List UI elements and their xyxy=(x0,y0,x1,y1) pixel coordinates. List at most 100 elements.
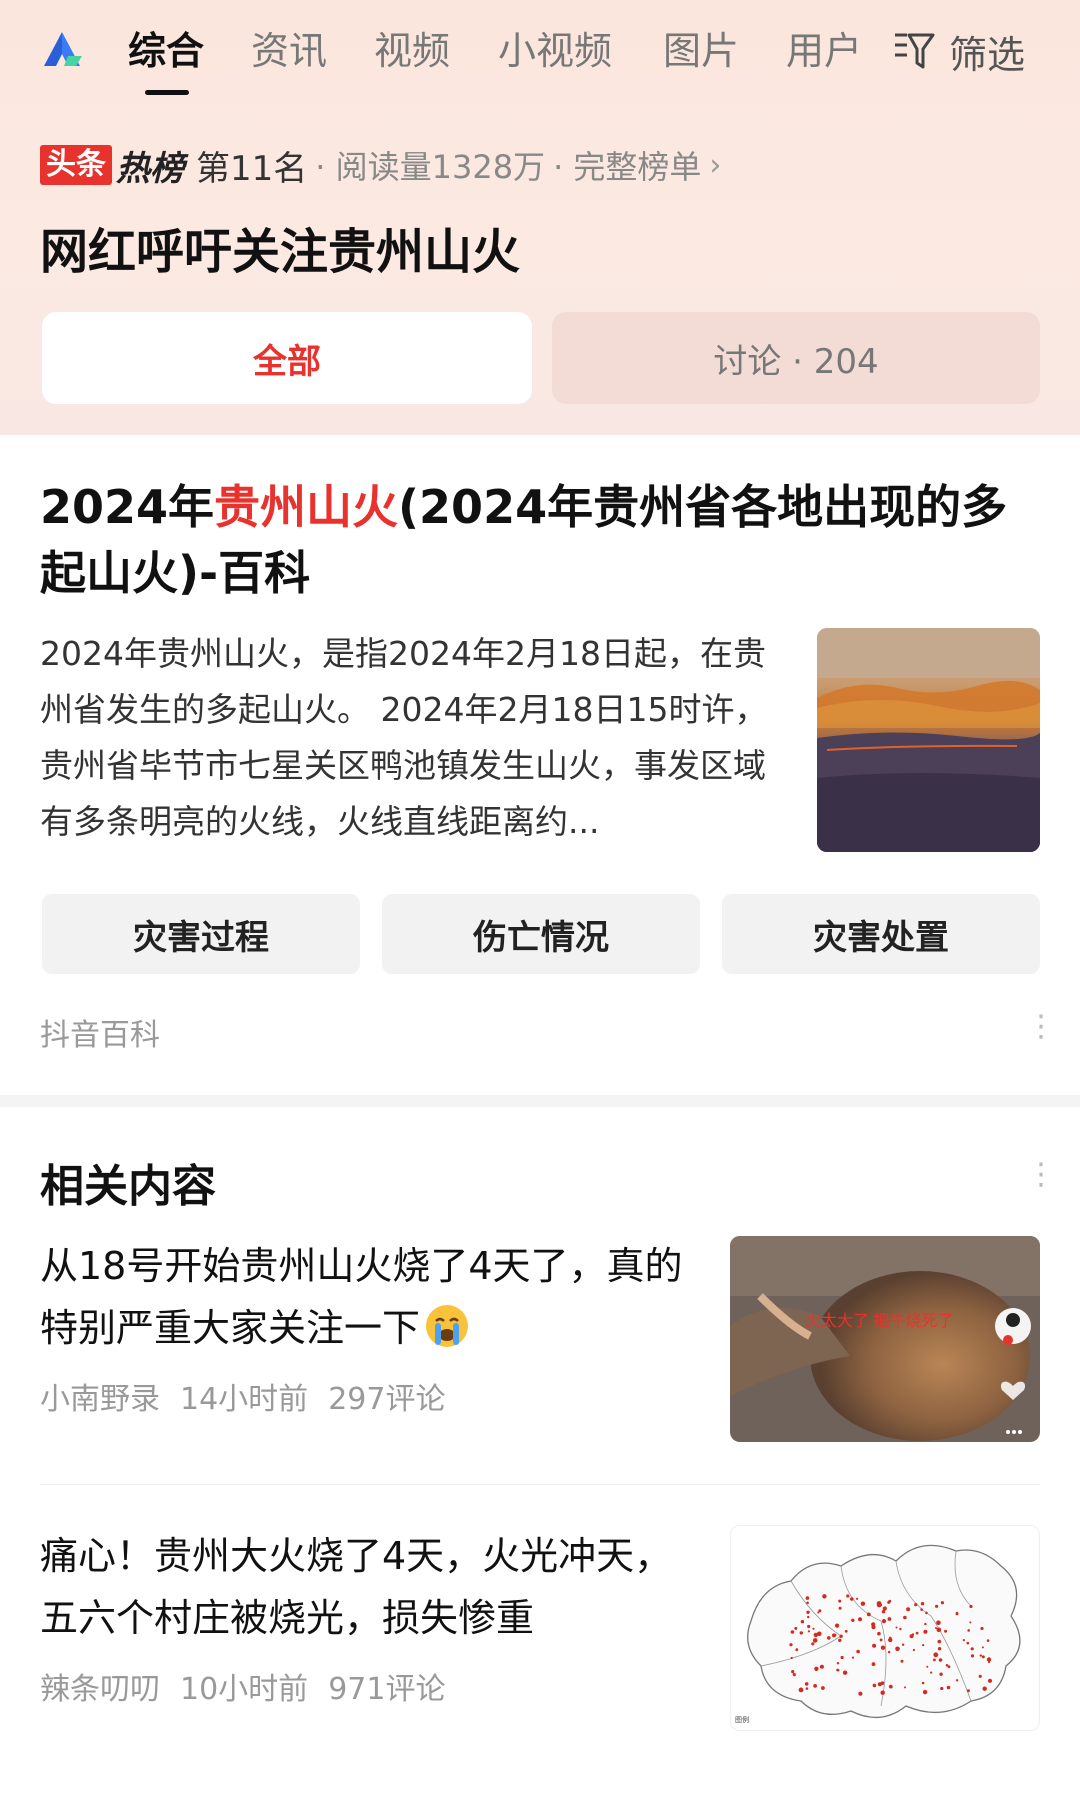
fire-point-marker xyxy=(851,1656,855,1659)
author-name[interactable]: 小南野录 xyxy=(40,1382,160,1417)
fire-point-marker xyxy=(922,1644,925,1647)
fire-point-marker xyxy=(789,1643,793,1647)
fire-point-marker xyxy=(882,1681,885,1684)
tab-comprehensive[interactable]: 综合 xyxy=(128,26,204,76)
fire-point-marker xyxy=(860,1601,866,1606)
fire-point-marker xyxy=(930,1671,933,1674)
tab-news[interactable]: 资讯 xyxy=(251,26,327,76)
fire-point-marker xyxy=(795,1648,799,1652)
fire-point-marker xyxy=(900,1659,904,1663)
fire-point-marker xyxy=(970,1654,975,1658)
fire-point-marker xyxy=(879,1638,883,1642)
fire-point-marker xyxy=(791,1670,795,1674)
fire-point-marker xyxy=(827,1636,831,1640)
fire-point-marker xyxy=(834,1634,837,1636)
fire-point-marker xyxy=(799,1631,803,1635)
fire-point-marker xyxy=(876,1601,882,1606)
chip-disaster-process[interactable]: 灾害过程 xyxy=(42,894,360,974)
fire-point-marker xyxy=(856,1597,859,1600)
fire-point-marker xyxy=(955,1679,959,1682)
fire-point-marker xyxy=(882,1606,887,1611)
fire-point-marker xyxy=(807,1630,810,1633)
chip-casualties[interactable]: 伤亡情况 xyxy=(382,894,700,974)
related-more-icon[interactable]: ⋮ xyxy=(1026,1160,1056,1190)
fire-point-marker xyxy=(842,1670,848,1675)
segment-discussion[interactable]: 讨论 · 204 xyxy=(552,312,1040,404)
fire-point-marker xyxy=(915,1631,919,1635)
baike-thumbnail[interactable] xyxy=(817,628,1040,852)
fire-point-marker xyxy=(813,1684,817,1688)
burned-cattle-image: 火太大了 把牛烧死了 xyxy=(730,1236,1040,1442)
hot-rank-line[interactable]: 头条 热榜 第11名 · 阅读量1328万 · 完整榜单 › xyxy=(40,140,721,190)
tab-short-video[interactable]: 小视频 xyxy=(498,26,612,76)
fire-point-marker xyxy=(906,1607,911,1612)
fire-point-marker xyxy=(920,1602,925,1606)
fire-point-marker xyxy=(835,1623,840,1628)
fire-point-marker xyxy=(912,1648,915,1652)
fire-point-marker xyxy=(981,1655,985,1659)
fire-point-marker xyxy=(880,1645,886,1650)
fire-point-marker xyxy=(936,1627,942,1633)
filter-button[interactable]: 筛选 xyxy=(893,26,1026,77)
fire-point-marker xyxy=(937,1639,942,1644)
filter-label: 筛选 xyxy=(949,32,1026,77)
full-list-link[interactable]: · 完整榜单 xyxy=(553,142,701,188)
baike-description[interactable]: 2024年贵州山火，是指2024年2月18日起，在贵州省发生的多起山火。 202… xyxy=(40,626,788,850)
more-icon[interactable]: ⋮ xyxy=(1026,1012,1056,1042)
app-logo-icon[interactable] xyxy=(40,30,84,70)
related-item-thumbnail[interactable]: 图例 xyxy=(730,1525,1040,1731)
fire-point-marker xyxy=(940,1686,944,1691)
fire-point-marker xyxy=(914,1603,918,1607)
fire-point-marker xyxy=(794,1626,798,1630)
comment-count: 971评论 xyxy=(328,1672,446,1707)
related-item-title[interactable]: 从18号开始贵州山火烧了4天了，真的特别严重大家关注一下 xyxy=(40,1235,690,1359)
segment-all[interactable]: 全部 xyxy=(42,312,532,404)
fire-point-marker xyxy=(903,1615,907,1620)
fire-point-marker xyxy=(821,1686,825,1690)
fire-point-marker xyxy=(922,1689,928,1695)
fire-point-marker xyxy=(881,1610,886,1614)
read-count: · 阅读量1328万 xyxy=(315,148,546,186)
fire-point-marker xyxy=(970,1647,974,1651)
fire-point-marker xyxy=(817,1631,822,1637)
related-item-meta: 辣条叨叨 10小时前 971评论 xyxy=(40,1664,465,1708)
fire-point-marker xyxy=(871,1625,876,1630)
filter-icon xyxy=(895,33,935,69)
fire-point-marker xyxy=(792,1673,796,1677)
fire-point-marker xyxy=(937,1647,942,1651)
crying-emoji-icon xyxy=(426,1305,469,1347)
fire-point-marker xyxy=(921,1681,925,1685)
baike-title-prefix: 2024年 xyxy=(40,480,215,534)
hot-list-badge: 热榜 xyxy=(116,148,184,189)
fire-point-marker xyxy=(807,1615,810,1619)
chip-disaster-response[interactable]: 灾害处置 xyxy=(722,894,1040,974)
fire-point-marker xyxy=(877,1631,881,1636)
tab-video[interactable]: 视频 xyxy=(374,26,450,76)
item-separator xyxy=(40,1484,1040,1485)
related-item-title-text: 从18号开始贵州山火烧了4天了，真的特别严重大家关注一下 xyxy=(40,1244,683,1350)
related-item-title[interactable]: 痛心！贵州大火烧了4天，火光冲天，五六个村庄被烧光，损失惨重 xyxy=(40,1525,690,1649)
fire-point-marker xyxy=(844,1629,848,1633)
fire-point-marker xyxy=(933,1652,939,1658)
fire-point-marker xyxy=(887,1650,891,1654)
fire-point-marker xyxy=(935,1627,937,1629)
fire-point-marker xyxy=(924,1622,927,1626)
fire-map-image: 图例 xyxy=(735,1544,1021,1724)
related-item-thumbnail[interactable]: 火太大了 把牛烧死了 xyxy=(730,1236,1040,1442)
fire-point-marker xyxy=(935,1604,939,1608)
baike-title-highlight: 贵州山火 xyxy=(214,480,399,534)
fire-point-marker xyxy=(877,1682,882,1687)
tab-images[interactable]: 图片 xyxy=(663,26,739,76)
fire-point-marker xyxy=(822,1594,827,1599)
tab-users[interactable]: 用户 xyxy=(786,26,862,76)
author-name[interactable]: 辣条叨叨 xyxy=(40,1672,160,1707)
baike-title[interactable]: 2024年贵州山火(2024年贵州省各地出现的多起山火)-百科 xyxy=(40,474,1040,606)
fire-point-marker xyxy=(899,1627,902,1631)
fire-point-marker xyxy=(945,1664,949,1667)
fire-point-marker xyxy=(806,1601,809,1605)
fire-point-marker xyxy=(939,1672,943,1676)
fire-point-marker xyxy=(805,1596,810,1600)
chevron-right-icon: › xyxy=(709,147,722,183)
wildfire-image xyxy=(817,628,1040,852)
fire-point-marker xyxy=(980,1626,984,1631)
